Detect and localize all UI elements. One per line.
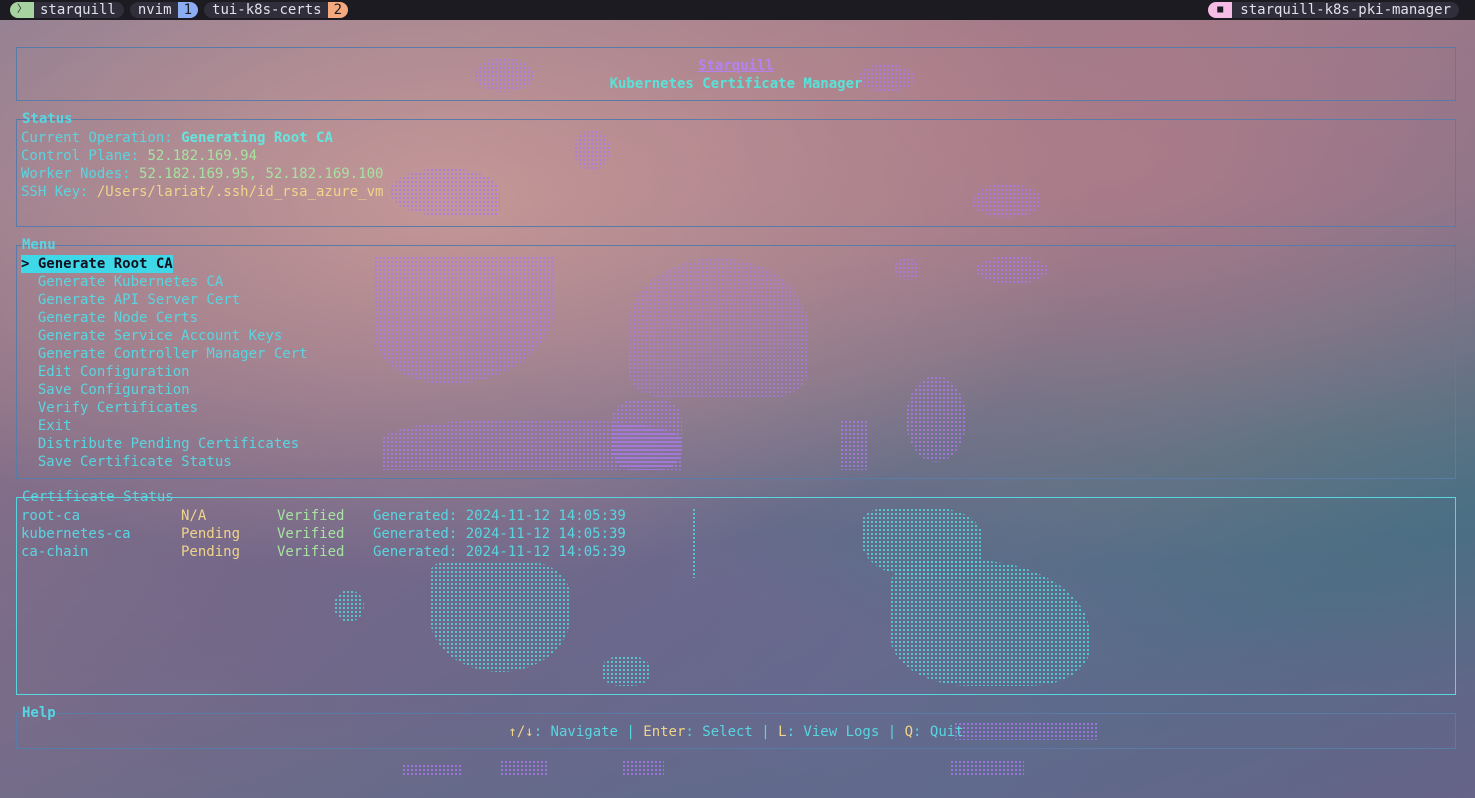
control-plane-value: 52.182.169.94 (147, 148, 258, 164)
certificate-status-title: Certificate Status (22, 489, 174, 505)
cert-generated: Generated: 2024-11-12 14:05:39 (373, 508, 626, 524)
menu-item-generate-api-server-cert[interactable]: Generate API Server Cert (21, 291, 308, 309)
tmux-window-index: 2 (327, 2, 349, 18)
menu-panel-title: Menu (22, 237, 56, 253)
menu-item-exit[interactable]: Exit (21, 417, 308, 435)
menu-item-generate-root-ca[interactable]: > Generate Root CA (21, 255, 173, 273)
quit-key: Q (904, 724, 914, 740)
folder-icon: ■ (1208, 2, 1233, 18)
cert-verified: Verified (277, 508, 345, 524)
help-panel: Help ↑/↓: Navigate | Enter: Select | L: … (16, 705, 1456, 749)
cert-generated: Generated: 2024-11-12 14:05:39 (373, 526, 626, 542)
current-operation-label: Current Operation: (21, 130, 182, 146)
cert-state: Pending (181, 544, 241, 560)
table-row: kubernetes-ca Pending Verified Generated… (21, 525, 721, 543)
worker-nodes-label: Worker Nodes: (21, 166, 140, 182)
tmux-window-index: 1 (177, 2, 199, 18)
quit-desc: : Quit (913, 724, 964, 740)
cert-generated: Generated: 2024-11-12 14:05:39 (373, 544, 626, 560)
tmux-session-name[interactable]: starquill (34, 2, 124, 18)
cert-name: ca-chain (21, 544, 89, 560)
ssh-key-label: SSH Key: (21, 184, 97, 200)
app-title: Starquill (698, 58, 774, 74)
help-panel-title: Help (22, 705, 56, 721)
enter-desc: : Select | (685, 724, 779, 740)
ssh-key-value: /Users/lariat/.ssh/id_rsa_azure_vm (96, 184, 384, 200)
menu-item-save-configuration[interactable]: Save Configuration (21, 381, 308, 399)
certificate-table: root-ca N/A Verified Generated: 2024-11-… (21, 507, 721, 561)
tmux-window-2[interactable]: tui-k8s-certs 2 (204, 2, 349, 18)
menu-item-edit-configuration[interactable]: Edit Configuration (21, 363, 308, 381)
menu-item-generate-service-account-keys[interactable]: Generate Service Account Keys (21, 327, 308, 345)
header-panel: Starquill Kubernetes Certificate Manager (16, 47, 1456, 101)
worker-nodes-value: 52.182.169.95, 52.182.169.100 (139, 166, 384, 182)
cert-state: N/A (181, 508, 207, 524)
table-row: ca-chain Pending Verified Generated: 202… (21, 543, 721, 561)
menu-panel: Menu > Generate Root CA Generate Kuberne… (16, 237, 1456, 479)
certificate-status-panel: Certificate Status root-ca N/A Verified … (16, 489, 1456, 695)
tmux-window-1[interactable]: nvim 1 (129, 2, 199, 18)
cert-name: kubernetes-ca (21, 526, 131, 542)
table-row: root-ca N/A Verified Generated: 2024-11-… (21, 507, 721, 525)
control-plane-row: Control Plane: 52.182.169.94 (21, 147, 383, 165)
navigate-key: ↑/↓ (508, 724, 534, 740)
cert-verified: Verified (277, 544, 345, 560)
control-plane-label: Control Plane: (21, 148, 148, 164)
tmux-status-bar: 〉 starquill nvim 1 tui-k8s-certs 2 ■ sta… (0, 0, 1475, 20)
terminal-icon: 〉 (10, 2, 34, 18)
logs-key: L (778, 724, 787, 740)
tmux-host-name: starquill-k8s-pki-manager (1232, 2, 1459, 18)
menu-item-verify-certificates[interactable]: Verify Certificates (21, 399, 308, 417)
menu-item-generate-node-certs[interactable]: Generate Node Certs (21, 309, 308, 327)
navigate-desc: : Navigate | (533, 724, 644, 740)
cert-verified: Verified (277, 526, 345, 542)
tmux-window-name: tui-k8s-certs (204, 2, 328, 18)
menu-item-distribute-pending-certificates[interactable]: Distribute Pending Certificates (21, 435, 308, 453)
current-operation-row: Current Operation: Generating Root CA (21, 129, 383, 147)
current-operation-value: Generating Root CA (181, 130, 333, 146)
tmux-window-name: nvim (129, 2, 178, 18)
keybinding-hints: ↑/↓: Navigate | Enter: Select | L: View … (17, 723, 1455, 741)
status-panel: Status Current Operation: Generating Roo… (16, 111, 1456, 227)
cert-name: root-ca (21, 508, 81, 524)
app-subtitle: Kubernetes Certificate Manager (609, 76, 863, 92)
menu-list: > Generate Root CA Generate Kubernetes C… (21, 255, 308, 471)
status-panel-title: Status (22, 111, 73, 127)
menu-item-generate-controller-manager-cert[interactable]: Generate Controller Manager Cert (21, 345, 308, 363)
ssh-key-row: SSH Key: /Users/lariat/.ssh/id_rsa_azure… (21, 183, 383, 201)
cert-state: Pending (181, 526, 241, 542)
logs-desc: : View Logs | (786, 724, 905, 740)
enter-key: Enter (643, 724, 686, 740)
menu-item-generate-kubernetes-ca[interactable]: Generate Kubernetes CA (21, 273, 308, 291)
worker-nodes-row: Worker Nodes: 52.182.169.95, 52.182.169.… (21, 165, 383, 183)
menu-item-save-certificate-status[interactable]: Save Certificate Status (21, 453, 308, 471)
